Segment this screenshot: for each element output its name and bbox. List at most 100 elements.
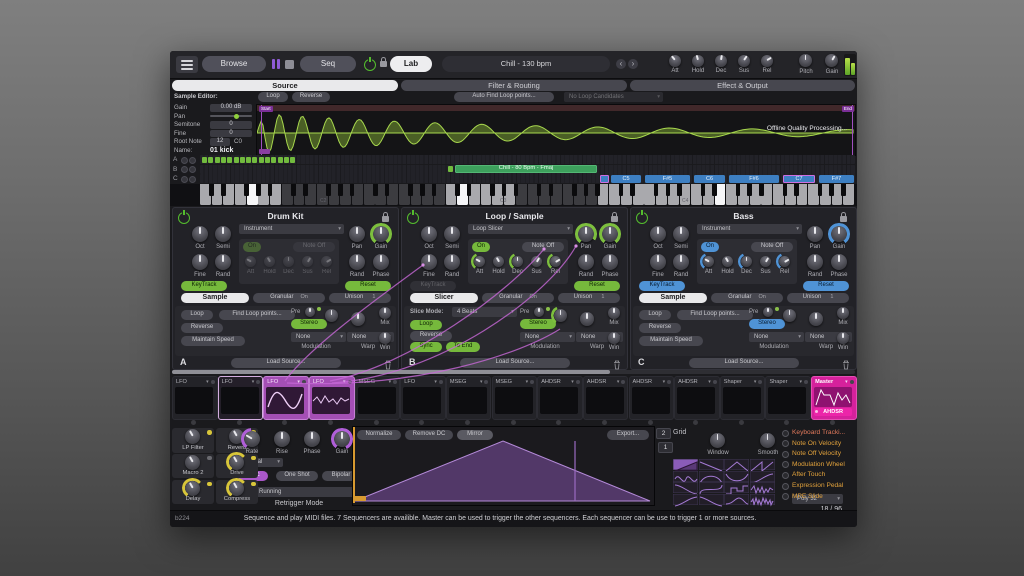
loop-end-marker[interactable]: End — [842, 106, 854, 112]
warp-knob[interactable] — [580, 312, 594, 326]
macro-knob[interactable] — [185, 481, 200, 496]
normalize-button[interactable]: Normalize — [357, 430, 401, 440]
macro-knob[interactable] — [229, 481, 244, 496]
mod-slot-screen[interactable] — [768, 387, 806, 414]
power-icon[interactable] — [364, 59, 376, 71]
mod-slot-screen[interactable] — [312, 387, 350, 414]
mod-connect-dot[interactable] — [191, 420, 196, 425]
mod-slot-14[interactable]: Shaper▾ — [765, 376, 811, 420]
note-cell[interactable] — [208, 157, 213, 163]
note-cell[interactable] — [278, 157, 283, 163]
export-button[interactable]: Export... — [607, 430, 649, 440]
chevron-down-icon[interactable]: ▾ — [845, 378, 848, 386]
pitch-knob[interactable] — [799, 54, 812, 67]
rel-env-knob[interactable] — [550, 256, 561, 267]
load-source-button[interactable]: Load Source... — [460, 358, 570, 368]
note-cell[interactable]: C7 — [783, 175, 815, 183]
mod-source-led[interactable] — [782, 483, 789, 490]
mod-slot-screen[interactable] — [358, 387, 396, 414]
black-key[interactable] — [654, 184, 659, 196]
playhead-chip[interactable] — [354, 496, 366, 501]
mod-slot-screen[interactable] — [586, 387, 624, 414]
to-end-button[interactable]: To End — [446, 342, 480, 352]
black-key[interactable] — [747, 184, 752, 196]
sync-button[interactable]: Sync — [410, 342, 442, 352]
black-key[interactable] — [209, 184, 214, 196]
mod-connect-dot[interactable] — [374, 420, 379, 425]
tab-granular[interactable]: GranularOn — [253, 293, 325, 303]
mod-slot-5[interactable]: MSEG▾ — [355, 376, 401, 420]
mod-connect-dot[interactable] — [419, 420, 424, 425]
note-cell[interactable]: F#5 — [645, 175, 690, 183]
pan-knob[interactable] — [349, 226, 365, 242]
mod-slot-9[interactable]: AHDSR▾ — [537, 376, 583, 420]
mod-source-led[interactable] — [782, 430, 789, 437]
rand-pan-knob[interactable] — [349, 254, 365, 270]
pan-knob[interactable] — [578, 226, 594, 242]
black-key[interactable] — [303, 184, 308, 196]
mod-slot-led[interactable] — [348, 380, 352, 384]
stereo-button[interactable]: Stereo — [291, 319, 327, 329]
reverse-button[interactable]: Reverse — [181, 323, 223, 333]
shape-preset-11[interactable] — [724, 482, 749, 493]
fine-knob[interactable] — [650, 254, 666, 270]
row-mute-button[interactable] — [181, 157, 188, 164]
browse-button[interactable]: Browse — [202, 56, 266, 72]
keyboard[interactable]: C2C3C4 — [170, 184, 857, 206]
slice-mode-select[interactable]: 4 Beats — [452, 307, 517, 317]
macro-knob[interactable] — [229, 455, 244, 470]
macro-knob[interactable] — [185, 429, 200, 444]
mod-slot-led[interactable] — [439, 380, 443, 384]
note-off-button[interactable]: Note Off — [522, 242, 564, 252]
mod-connect-dot[interactable] — [830, 420, 835, 425]
black-key[interactable] — [584, 184, 589, 196]
mod-amount-knob[interactable] — [554, 309, 567, 322]
shape-preset-10[interactable] — [699, 482, 724, 493]
mod-slot-led[interactable] — [576, 380, 580, 384]
row-mute-button[interactable] — [181, 176, 188, 183]
keytrack-button[interactable]: KeyTrack — [181, 281, 227, 291]
note-cell[interactable] — [215, 157, 220, 163]
black-key[interactable] — [829, 184, 834, 196]
mix-knob[interactable] — [608, 307, 620, 319]
black-key[interactable] — [373, 184, 378, 196]
env-on-button[interactable]: On — [472, 242, 490, 252]
shape-preset-5[interactable] — [673, 471, 698, 482]
mod-source-3[interactable]: Note Off Velocity — [792, 450, 841, 458]
note-cell[interactable] — [284, 157, 289, 163]
black-key[interactable] — [841, 184, 846, 196]
note-cell[interactable] — [600, 175, 609, 183]
semitone-value-box[interactable]: 0 — [210, 121, 252, 129]
rand-knob[interactable] — [673, 254, 689, 270]
mod-slot-led[interactable] — [804, 380, 808, 384]
chevron-down-icon[interactable]: ▾ — [389, 378, 392, 386]
top-sus-knob[interactable] — [738, 55, 750, 67]
stereo-button[interactable]: Stereo — [520, 319, 556, 329]
find-loop-button[interactable]: Find Loop points... — [219, 310, 295, 320]
mod-slot-led[interactable] — [484, 380, 488, 384]
sus-env-knob[interactable] — [760, 256, 771, 267]
black-key[interactable] — [595, 184, 600, 196]
mod-slot-screen[interactable] — [266, 387, 304, 414]
black-key[interactable] — [677, 184, 682, 196]
tab-granular[interactable]: GranularOn — [711, 293, 783, 303]
lfo-gain-knob[interactable] — [334, 431, 350, 447]
mod-slot-screen[interactable] — [221, 387, 259, 414]
root-note-box[interactable]: 12 — [210, 138, 230, 146]
mix-knob[interactable] — [837, 307, 849, 319]
dec-env-knob[interactable] — [283, 256, 294, 267]
mod-slot-led[interactable] — [211, 380, 215, 384]
mod-connect-dot[interactable] — [693, 420, 698, 425]
chevron-down-icon[interactable]: ▾ — [434, 378, 437, 386]
tab-slicer[interactable]: Slicer — [410, 293, 478, 303]
note-cell[interactable] — [290, 157, 295, 163]
mod-slot-13[interactable]: Shaper▾ — [720, 376, 766, 420]
loop-start-line[interactable] — [261, 105, 262, 155]
note-cell[interactable]: F#7 — [819, 175, 854, 183]
shape-preset-15[interactable] — [724, 494, 749, 505]
mod-slot-led[interactable] — [713, 380, 717, 384]
phase-knob[interactable] — [602, 254, 618, 270]
chevron-down-icon[interactable]: ▾ — [343, 378, 346, 386]
lock-icon[interactable] — [380, 61, 387, 67]
top-att-knob[interactable] — [669, 55, 681, 67]
